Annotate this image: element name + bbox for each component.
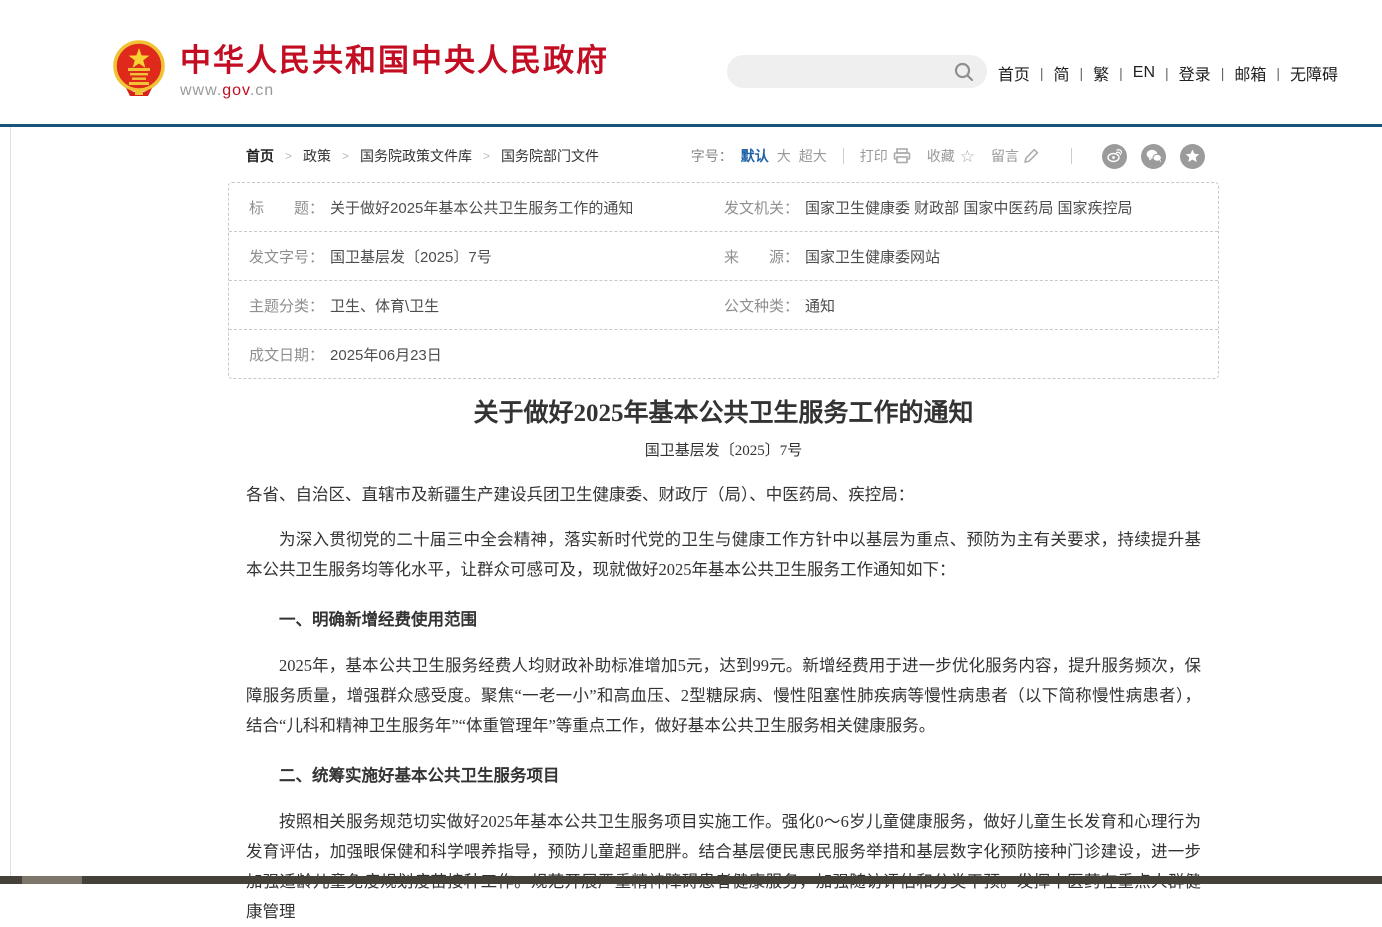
site-logo[interactable]: 中华人民共和国中央人民政府 www.gov.cn: [112, 40, 609, 100]
breadcrumb-separator: >: [285, 149, 292, 163]
meta-cell: 来 源： 国家卫生健康委网站: [724, 246, 1218, 267]
section-heading: 一、明确新增经费使用范围: [246, 605, 1201, 635]
meta-cell: 标 题： 关于做好2025年基本公共卫生服务工作的通知: [229, 197, 724, 218]
nav-separator: |: [1080, 65, 1084, 81]
breadcrumb-item-1[interactable]: 政策: [303, 146, 331, 166]
meta-row: 成文日期： 2025年06月23日: [229, 329, 1218, 378]
meta-value: 卫生、体育\卫生: [330, 295, 439, 316]
toolbar-divider: [1071, 148, 1072, 164]
site-url: www.gov.cn: [180, 82, 609, 100]
meta-cell: 主题分类： 卫生、体育\卫生: [229, 295, 724, 316]
breadcrumb-separator: >: [342, 149, 349, 163]
breadcrumb-item-3[interactable]: 国务院部门文件: [501, 146, 599, 166]
nav-separator: |: [1276, 65, 1280, 81]
comment-label: 留言: [991, 146, 1019, 166]
document-meta-table: 标 题： 关于做好2025年基本公共卫生服务工作的通知 发文机关： 国家卫生健康委 财…: [228, 182, 1219, 379]
print-label: 打印: [860, 146, 888, 166]
favorite-button[interactable]: 收藏 ☆: [927, 146, 975, 166]
nav-separator: |: [1221, 65, 1225, 81]
favorite-label: 收藏: [927, 146, 955, 166]
meta-cell: 发文机关： 国家卫生健康委 财政部 国家中医药局 国家疾控局: [724, 197, 1218, 218]
star-icon: ☆: [960, 148, 975, 165]
meta-value: 国家卫生健康委 财政部 国家中医药局 国家疾控局: [805, 197, 1133, 218]
document-title: 关于做好2025年基本公共卫生服务工作的通知: [246, 393, 1201, 429]
nav-separator: |: [1040, 65, 1044, 81]
national-emblem-icon: [112, 40, 166, 98]
meta-label: 主题分类：: [249, 295, 324, 316]
paragraph: 按照相关服务规范切实做好2025年基本公共卫生服务项目实施工作。强化0～6岁儿童…: [246, 807, 1201, 927]
url-gov: gov: [222, 82, 250, 99]
breadcrumb-toolbar-row: 首页 > 政策 > 国务院政策文件库 > 国务院部门文件 字号： 默认大超大 打印 收藏 ☆…: [228, 142, 1219, 170]
paragraph: 2025年，基本公共卫生服务经费人均财政补助标准增加5元，达到99元。新增经费用…: [246, 651, 1201, 741]
meta-value: 通知: [805, 295, 835, 316]
page-toolbar: 字号： 默认大超大 打印 收藏 ☆ 留言: [691, 144, 1219, 169]
breadcrumb-item-0[interactable]: 首页: [246, 146, 274, 166]
toolbar-divider: [843, 148, 844, 164]
meta-label: 标 题：: [249, 197, 324, 218]
weibo-icon[interactable]: [1102, 144, 1127, 169]
nav-link-6[interactable]: 无障碍: [1290, 61, 1338, 85]
top-nav: 首页 | 简 | 繁 | EN | 登录 | 邮箱 | 无障碍: [998, 61, 1338, 85]
nav-link-0[interactable]: 首页: [998, 61, 1030, 85]
breadcrumb-separator: >: [483, 149, 490, 163]
paragraph: 为深入贯彻党的二十届三中全会精神，落实新时代党的卫生与健康工作方针中以基层为重点…: [246, 525, 1201, 585]
pencil-icon: [1024, 148, 1039, 164]
document-body: 各省、自治区、直辖市及新疆生产建设兵团卫生健康委、财政厅（局）、中医药局、疾控局…: [246, 480, 1201, 927]
meta-value: 2025年06月23日: [330, 344, 442, 365]
qzone-icon[interactable]: [1180, 144, 1205, 169]
site-header: 中华人民共和国中央人民政府 www.gov.cn 首页 | 简 | 繁 | EN | 登录 | 邮箱…: [0, 0, 1382, 127]
comment-button[interactable]: 留言: [991, 146, 1039, 166]
meta-row: 发文字号： 国卫基层发〔2025〕7号 来 源： 国家卫生健康委网站: [229, 231, 1218, 280]
meta-cell: 公文种类： 通知: [724, 295, 1218, 316]
nav-separator: |: [1119, 65, 1123, 81]
paragraph: 各省、自治区、直辖市及新疆生产建设兵团卫生健康委、财政厅（局）、中医药局、疾控局…: [246, 480, 1201, 510]
document-number: 国卫基层发〔2025〕7号: [246, 439, 1201, 460]
meta-label: 公文种类：: [724, 295, 799, 316]
meta-label: 发文字号：: [249, 246, 324, 267]
meta-value: 关于做好2025年基本公共卫生服务工作的通知: [330, 197, 633, 218]
document-article: 关于做好2025年基本公共卫生服务工作的通知 国卫基层发〔2025〕7号 各省、…: [246, 393, 1201, 927]
footer-edge-bar: [0, 876, 1382, 884]
search-box[interactable]: [727, 55, 987, 88]
meta-value: 国家卫生健康委网站: [805, 246, 940, 267]
wechat-icon[interactable]: [1141, 144, 1166, 169]
meta-label: 成文日期：: [249, 344, 324, 365]
viewport-edge-line: [10, 0, 11, 876]
nav-link-1[interactable]: 简: [1053, 61, 1069, 85]
meta-row: 标 题： 关于做好2025年基本公共卫生服务工作的通知 发文机关： 国家卫生健康委 财…: [229, 183, 1218, 231]
nav-separator: |: [1165, 65, 1169, 81]
nav-link-4[interactable]: 登录: [1179, 61, 1211, 85]
nav-link-3[interactable]: EN: [1133, 64, 1155, 82]
meta-label: 发文机关：: [724, 197, 799, 218]
meta-cell: 成文日期： 2025年06月23日: [229, 344, 724, 365]
meta-cell: 发文字号： 国卫基层发〔2025〕7号: [229, 246, 724, 267]
breadcrumb-item-2[interactable]: 国务院政策文件库: [360, 146, 472, 166]
share-buttons: [1088, 144, 1205, 169]
meta-label: 来 源：: [724, 246, 799, 267]
nav-link-5[interactable]: 邮箱: [1234, 61, 1266, 85]
logo-text: 中华人民共和国中央人民政府 www.gov.cn: [180, 40, 609, 100]
url-cn: .cn: [250, 82, 274, 99]
font-size-option-2[interactable]: 超大: [799, 148, 827, 164]
search-icon[interactable]: [953, 61, 975, 83]
breadcrumb: 首页 > 政策 > 国务院政策文件库 > 国务院部门文件: [228, 146, 599, 166]
footer-edge-thumb: [22, 876, 82, 884]
url-www: www.: [180, 82, 222, 99]
site-title: 中华人民共和国中央人民政府: [180, 44, 609, 78]
font-size-option-1[interactable]: 大: [777, 148, 791, 164]
meta-row: 主题分类： 卫生、体育\卫生 公文种类： 通知: [229, 280, 1218, 329]
nav-link-2[interactable]: 繁: [1093, 61, 1109, 85]
print-button[interactable]: 打印: [860, 146, 911, 166]
printer-icon: [893, 148, 911, 164]
font-size-options: 默认大超大: [733, 146, 827, 166]
font-size-label: 字号：: [691, 146, 733, 166]
meta-value: 国卫基层发〔2025〕7号: [330, 246, 492, 267]
font-size-option-0[interactable]: 默认: [741, 148, 769, 164]
search-input[interactable]: [727, 55, 953, 88]
section-heading: 二、统筹实施好基本公共卫生服务项目: [246, 761, 1201, 791]
